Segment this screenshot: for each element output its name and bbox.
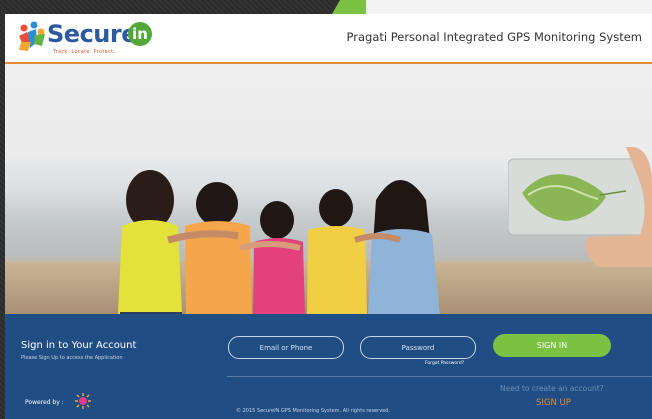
brand-tagline: Track. Locate. Protect. — [53, 49, 116, 55]
login-footer: Sign in to Your Account Please Sign Up t… — [5, 314, 652, 419]
decorative-light-band — [366, 0, 652, 14]
children-illustration — [118, 170, 440, 314]
signin-subtitle: Please Sign Up to access the Application — [21, 355, 123, 361]
brand-badge: in — [128, 22, 152, 46]
app-frame: Secure in Track. Locate. Protect. Pragat… — [5, 14, 652, 419]
brand-name: Secure — [47, 20, 138, 48]
brand-logo[interactable]: Secure in Track. Locate. Protect. — [15, 18, 175, 58]
sign-up-link[interactable]: SIGN UP — [536, 398, 571, 408]
sign-in-button[interactable]: SIGN IN — [493, 334, 611, 357]
footer-divider — [227, 376, 652, 377]
password-field[interactable] — [360, 336, 476, 359]
email-field[interactable] — [228, 336, 344, 359]
create-account-prompt: Need to create an account? — [500, 384, 604, 393]
copyright-text: © 2015 SecureIN GPS Monitoring System. A… — [236, 408, 390, 414]
hero-image — [5, 64, 652, 314]
page-title: Pragati Personal Integrated GPS Monitori… — [346, 30, 642, 44]
gps-device-illustration — [508, 147, 652, 267]
header: Secure in Track. Locate. Protect. Pragat… — [5, 14, 652, 64]
signin-title: Sign in to Your Account — [21, 340, 137, 351]
powered-by-label: Powered by : — [25, 399, 64, 406]
sun-logo-icon — [75, 393, 91, 409]
people-logo-icon — [19, 21, 45, 51]
forgot-password-link[interactable]: Forgot Password? — [425, 361, 464, 366]
